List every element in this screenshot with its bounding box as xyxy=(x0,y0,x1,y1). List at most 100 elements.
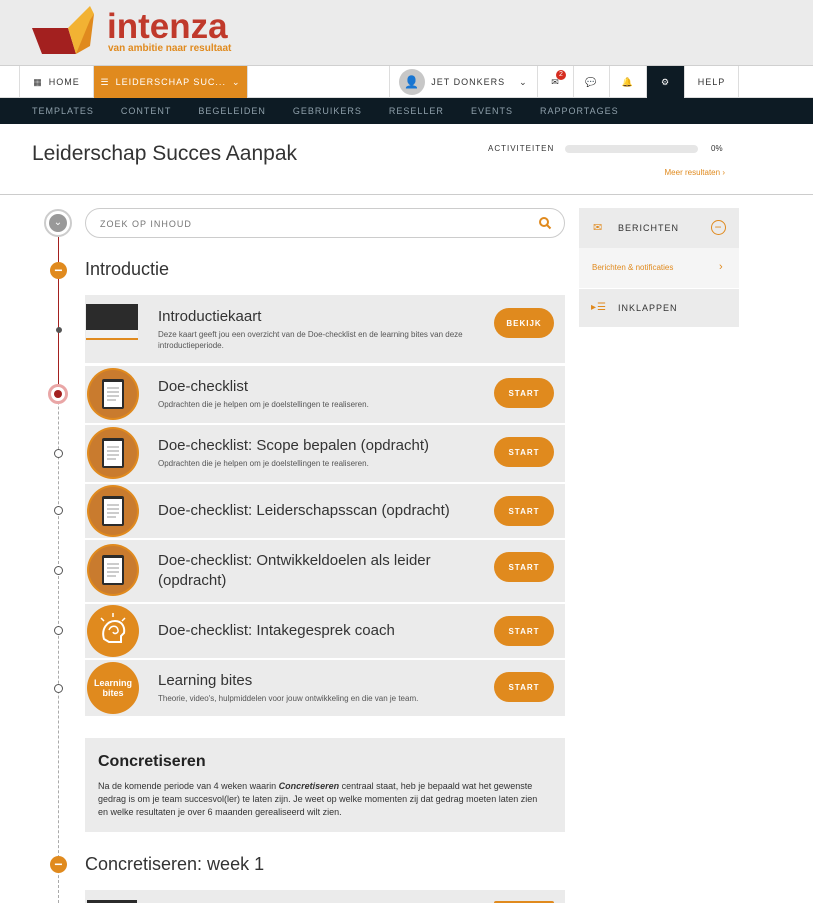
start-button[interactable]: START xyxy=(494,496,554,526)
section-collapse-button[interactable]: − xyxy=(50,262,67,279)
notifications-link[interactable]: Berichten & notificaties › xyxy=(579,248,739,288)
section-title: Concretiseren: week 1 xyxy=(85,854,265,874)
card-description: Deze kaart geeft jou een overzicht van d… xyxy=(158,330,463,350)
logo-wordmark: intenza xyxy=(107,7,228,46)
nav-program-dropdown[interactable]: ☰ LEIDERSCHAP SUC... ⌄ xyxy=(94,66,248,98)
chevron-down-icon: ⌄ xyxy=(519,76,528,87)
timeline-dot xyxy=(54,626,63,635)
content-card: Introductiekaart Deze kaart geeft jou ee… xyxy=(85,295,565,363)
gear-icon: ⚙ xyxy=(660,76,671,87)
subnav-reseller[interactable]: RESELLER xyxy=(389,106,444,116)
card-description: Opdrachten die je helpen om je doelstell… xyxy=(158,459,369,468)
clipboard-icon xyxy=(87,544,139,596)
head-icon xyxy=(87,605,139,657)
page-header: Leiderschap Succes Aanpak ACTIVITEITEN 0… xyxy=(0,124,813,195)
start-button[interactable]: START xyxy=(494,672,554,702)
content-card xyxy=(85,890,565,903)
brand-bar: intenza van ambitie naar resultaat xyxy=(0,0,813,66)
search-box xyxy=(85,208,565,238)
card-title: Introductiekaart xyxy=(158,308,262,325)
search-input[interactable] xyxy=(100,216,520,232)
nav-user-menu[interactable]: 👤 JET DONKERS ⌄ xyxy=(389,66,538,98)
collapse-label: INKLAPPEN xyxy=(618,303,678,313)
content-card: Doe-checklist: Scope bepalen (opdracht) … xyxy=(85,425,565,482)
subnav-rapportages[interactable]: RAPPORTAGES xyxy=(540,106,619,116)
messages-label: BERICHTEN xyxy=(618,223,680,233)
chevron-right-icon: › xyxy=(719,261,723,273)
chevron-right-icon: › xyxy=(722,168,725,177)
content-card: Doe-checklist: Ontwikkeldoelen als leide… xyxy=(85,540,565,602)
learning-bites-icon-text: Learning xyxy=(93,678,132,688)
phase-info-box: Concretiseren Na de komende periode van … xyxy=(85,738,565,832)
bekijk-button[interactable]: BEKIJK xyxy=(494,308,554,338)
chat-icon: 💬 xyxy=(585,76,598,87)
activity-percentage: 0% xyxy=(711,144,723,153)
card-description: Theorie, video's, hulpmiddelen voor jouw… xyxy=(158,694,419,703)
card-title: Doe-checklist: Leiderschapsscan (opdrach… xyxy=(158,502,450,519)
page-title: Leiderschap Succes Aanpak xyxy=(32,142,298,165)
menu-icon: ☰ xyxy=(100,76,110,87)
subnav-events[interactable]: EVENTS xyxy=(471,106,513,116)
card-title: Doe-checklist: Ontwikkeldoelen als leide… xyxy=(158,552,431,589)
timeline-dot xyxy=(54,506,63,515)
card-title: Learning bites xyxy=(158,672,253,689)
collapse-button[interactable]: ▸☰ INKLAPPEN xyxy=(579,288,739,327)
content-card: Doe-checklist: Intakegesprek coach START xyxy=(85,604,565,658)
collapse-circle-icon[interactable]: − xyxy=(711,220,726,235)
avatar: 👤 xyxy=(399,69,426,95)
start-button[interactable]: START xyxy=(494,616,554,646)
content-card: Doe-checklist Opdrachten die je helpen o… xyxy=(85,366,565,423)
nav-notifications[interactable]: 🔔 xyxy=(610,66,647,98)
timeline-dot xyxy=(54,566,63,575)
bell-icon: 🔔 xyxy=(621,76,635,87)
chevron-down-icon: ⌄ xyxy=(49,214,67,232)
subnav-content[interactable]: CONTENT xyxy=(121,106,172,116)
phase-description: Na de komende periode van 4 weken waarin… xyxy=(98,781,538,817)
subnav-templates[interactable]: TEMPLATES xyxy=(32,106,94,116)
nav-chat[interactable]: 💬 xyxy=(574,66,610,98)
nav-program-label: LEIDERSCHAP SUC... xyxy=(115,77,226,87)
nav-home[interactable]: ▦ HOME xyxy=(19,66,94,98)
mail-badge: 2 xyxy=(556,70,566,80)
clipboard-icon xyxy=(87,427,139,479)
clipboard-icon xyxy=(87,485,139,537)
intenza-logo[interactable]: intenza van ambitie naar resultaat xyxy=(32,6,232,56)
start-button[interactable]: START xyxy=(494,437,554,467)
card-description: Opdrachten die je helpen om je doelstell… xyxy=(158,400,369,409)
envelope-icon: ✉ xyxy=(593,222,604,234)
timeline-progress xyxy=(58,237,59,394)
collapse-list-icon: ▸☰ xyxy=(591,302,607,313)
messages-panel-header[interactable]: ✉ BERICHTEN − xyxy=(579,208,739,248)
learning-bites-icon: Learning bites xyxy=(87,662,139,714)
timeline-toggle[interactable]: ⌄ xyxy=(44,209,72,237)
user-name: JET DONKERS xyxy=(431,77,506,87)
timeline-dot xyxy=(54,684,63,693)
card-title: Doe-checklist xyxy=(158,378,249,395)
more-results-link[interactable]: Meer resultaten › xyxy=(665,168,726,177)
card-title: Doe-checklist: Intakegesprek coach xyxy=(158,622,395,639)
subnav-begeleiden[interactable]: BEGELEIDEN xyxy=(198,106,266,116)
activity-progress-bar xyxy=(565,145,698,153)
section-collapse-button[interactable]: − xyxy=(50,856,67,873)
timeline-current-dot xyxy=(48,384,68,404)
start-button[interactable]: START xyxy=(494,552,554,582)
nav-settings[interactable]: ⚙ xyxy=(647,66,685,98)
nav-home-label: HOME xyxy=(48,77,80,87)
nav-mail[interactable]: ✉ xyxy=(538,66,574,98)
card-title: Doe-checklist: Scope bepalen (opdracht) xyxy=(158,437,429,454)
notifications-label: Berichten & notificaties xyxy=(592,263,674,272)
chevron-down-icon: ⌄ xyxy=(231,76,241,87)
logo-mark-icon xyxy=(32,6,94,54)
admin-subnav: TEMPLATES CONTENT BEGELEIDEN GEBRUIKERS … xyxy=(0,98,813,124)
activity-label: ACTIVITEITEN xyxy=(488,144,555,153)
subnav-gebruikers[interactable]: GEBRUIKERS xyxy=(293,106,362,116)
search-icon[interactable] xyxy=(538,216,552,230)
content-card: Learning bites Learning bites Theorie, v… xyxy=(85,660,565,716)
learning-bites-icon-text: bites xyxy=(102,688,124,698)
nav-help[interactable]: HELP xyxy=(685,66,739,98)
section-title: Introductie xyxy=(85,259,170,279)
main-nav: ▦ HOME ☰ LEIDERSCHAP SUC... ⌄ 👤 JET DONK… xyxy=(0,66,813,98)
grid-icon: ▦ xyxy=(33,76,43,87)
clipboard-icon xyxy=(87,368,139,420)
start-button[interactable]: START xyxy=(494,378,554,408)
